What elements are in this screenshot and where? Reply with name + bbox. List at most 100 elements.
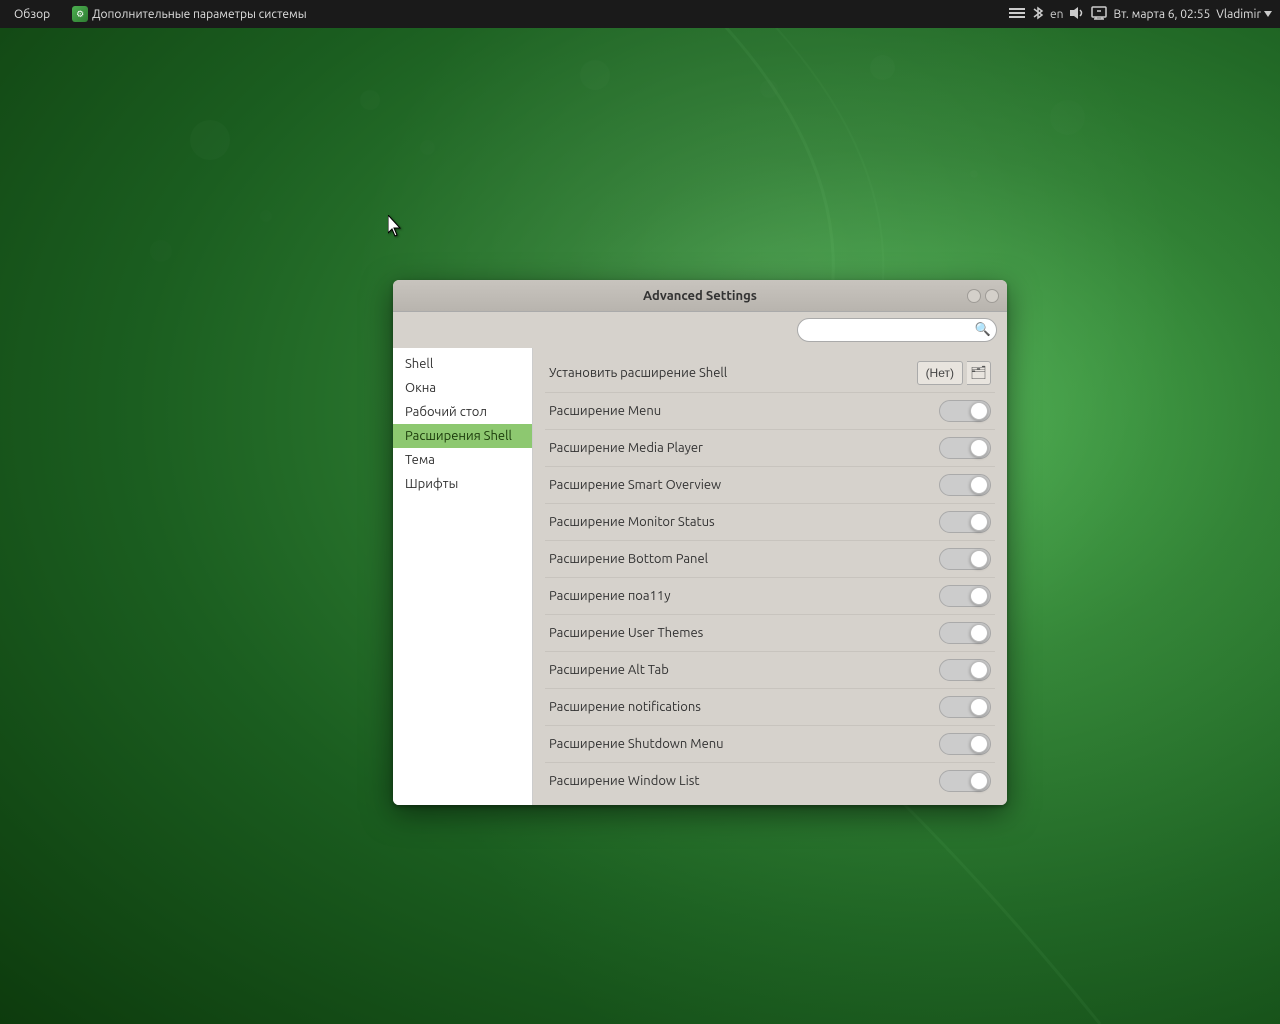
datetime-label: Вт. марта 6, 02:55: [1113, 8, 1210, 21]
orb: [580, 60, 610, 90]
toggle-window-list[interactable]: [939, 770, 991, 792]
setting-label-shutdown-menu: Расширение Shutdown Menu: [549, 737, 939, 751]
panel-right: en Вт. марта 6, 02:55 Vladimir: [1008, 5, 1280, 24]
setting-row-bottom-panel: Расширение Bottom Panel: [545, 541, 995, 578]
setting-control-notifications: [939, 696, 991, 718]
app-title-area: ⚙ Дополнительные параметры системы: [64, 6, 315, 22]
network-icon[interactable]: [1008, 6, 1026, 23]
dialog-titlebar: Advanced Settings: [393, 280, 1007, 312]
panel-left: Обзор ⚙ Дополнительные параметры системы: [0, 6, 315, 22]
sidebar-item-rasshireniya[interactable]: Расширения Shell: [393, 424, 532, 448]
setting-label-monitor-status: Расширение Monitor Status: [549, 515, 939, 529]
setting-control-shutdown-menu: [939, 733, 991, 755]
sidebar-item-rabochiy[interactable]: Рабочий стол: [393, 400, 532, 424]
search-wrap: 🔍: [797, 318, 997, 342]
user-menu[interactable]: Vladimir: [1216, 8, 1272, 21]
orb: [360, 90, 380, 110]
search-icon: 🔍: [975, 323, 991, 338]
toggle-knob-user-themes: [970, 624, 988, 642]
setting-control-alt-tab: [939, 659, 991, 681]
setting-row-noa11y: Расширение пoa11y: [545, 578, 995, 615]
install-shell-button[interactable]: (Нет): [917, 361, 963, 385]
sidebar-item-tema[interactable]: Тема: [393, 448, 532, 472]
toggle-user-themes[interactable]: [939, 622, 991, 644]
orb: [420, 140, 435, 155]
setting-row-window-list: Расширение Window List: [545, 763, 995, 799]
toggle-notifications[interactable]: [939, 696, 991, 718]
toggle-knob-bottom-panel: [970, 550, 988, 568]
toggle-media-player[interactable]: [939, 437, 991, 459]
setting-label-install-shell: Установить расширение Shell: [549, 366, 917, 380]
setting-row-alt-tab: Расширение Alt Tab: [545, 652, 995, 689]
main-content: Установить расширение Shell (Нет) 🗂 Расш…: [533, 348, 1007, 805]
dialog-content: Shell Окна Рабочий стол Расширения Shell…: [393, 348, 1007, 805]
setting-control-user-themes: [939, 622, 991, 644]
bluetooth-icon[interactable]: [1032, 5, 1044, 24]
setting-row-media-player: Расширение Media Player: [545, 430, 995, 467]
toggle-alt-tab[interactable]: [939, 659, 991, 681]
toggle-knob-window-list: [970, 772, 988, 790]
setting-control-install-shell: (Нет) 🗂: [917, 361, 991, 385]
sidebar-item-shell[interactable]: Shell: [393, 352, 532, 376]
sidebar-item-okna[interactable]: Окна: [393, 376, 532, 400]
toggle-knob-media-player: [970, 439, 988, 457]
toggle-monitor-status[interactable]: [939, 511, 991, 533]
lang-indicator[interactable]: en: [1050, 8, 1063, 21]
sidebar: Shell Окна Рабочий стол Расширения Shell…: [393, 348, 533, 805]
setting-row-notifications: Расширение notifications: [545, 689, 995, 726]
orb: [260, 210, 272, 222]
setting-row-install-shell: Установить расширение Shell (Нет) 🗂: [545, 354, 995, 393]
setting-label-user-themes: Расширение User Themes: [549, 626, 939, 640]
dialog-window: Advanced Settings 🔍 Shell Окна Рабочий с…: [393, 280, 1007, 805]
setting-label-menu: Расширение Menu: [549, 404, 939, 418]
app-title-label: Дополнительные параметры системы: [92, 8, 307, 21]
toggle-knob-notifications: [970, 698, 988, 716]
volume-icon[interactable]: [1069, 6, 1085, 23]
orb: [1050, 100, 1085, 135]
setting-label-bottom-panel: Расширение Bottom Panel: [549, 552, 939, 566]
user-label: Vladimir: [1216, 8, 1261, 21]
setting-label-noa11y: Расширение пoa11y: [549, 589, 939, 603]
sidebar-item-shrifty[interactable]: Шрифты: [393, 472, 532, 496]
setting-control-media-player: [939, 437, 991, 459]
toggle-knob-monitor-status: [970, 513, 988, 531]
toggle-knob-noa11y: [970, 587, 988, 605]
toggle-smart-overview[interactable]: [939, 474, 991, 496]
orb: [870, 55, 895, 80]
setting-label-smart-overview: Расширение Smart Overview: [549, 478, 939, 492]
orb: [760, 80, 778, 98]
orb: [190, 120, 230, 160]
setting-row-menu: Расширение Menu: [545, 393, 995, 430]
search-input[interactable]: [797, 318, 997, 342]
app-icon: ⚙: [72, 6, 88, 22]
setting-control-monitor-status: [939, 511, 991, 533]
toggle-noa11y[interactable]: [939, 585, 991, 607]
install-shell-icon-button[interactable]: 🗂: [967, 361, 991, 385]
setting-control-bottom-panel: [939, 548, 991, 570]
overview-button[interactable]: Обзор: [4, 8, 60, 21]
setting-row-smart-overview: Расширение Smart Overview: [545, 467, 995, 504]
window-minimize-button[interactable]: [967, 289, 981, 303]
setting-label-media-player: Расширение Media Player: [549, 441, 939, 455]
setting-label-notifications: Расширение notifications: [549, 700, 939, 714]
setting-control-menu: [939, 400, 991, 422]
setting-control-window-list: [939, 770, 991, 792]
setting-control-smart-overview: [939, 474, 991, 496]
setting-row-shutdown-menu: Расширение Shutdown Menu: [545, 726, 995, 763]
orb: [150, 240, 172, 262]
orb: [970, 170, 978, 178]
top-panel: Обзор ⚙ Дополнительные параметры системы…: [0, 0, 1280, 28]
toggle-shutdown-menu[interactable]: [939, 733, 991, 755]
toggle-knob-menu: [970, 402, 988, 420]
dialog-title: Advanced Settings: [643, 289, 757, 303]
toggle-knob-smart-overview: [970, 476, 988, 494]
screen-icon[interactable]: [1091, 6, 1107, 23]
toggle-knob-alt-tab: [970, 661, 988, 679]
setting-label-alt-tab: Расширение Alt Tab: [549, 663, 939, 677]
setting-row-monitor-status: Расширение Monitor Status: [545, 504, 995, 541]
setting-row-user-themes: Расширение User Themes: [545, 615, 995, 652]
toggle-menu[interactable]: [939, 400, 991, 422]
window-close-button[interactable]: [985, 289, 999, 303]
search-bar-area: 🔍: [393, 312, 1007, 348]
toggle-bottom-panel[interactable]: [939, 548, 991, 570]
